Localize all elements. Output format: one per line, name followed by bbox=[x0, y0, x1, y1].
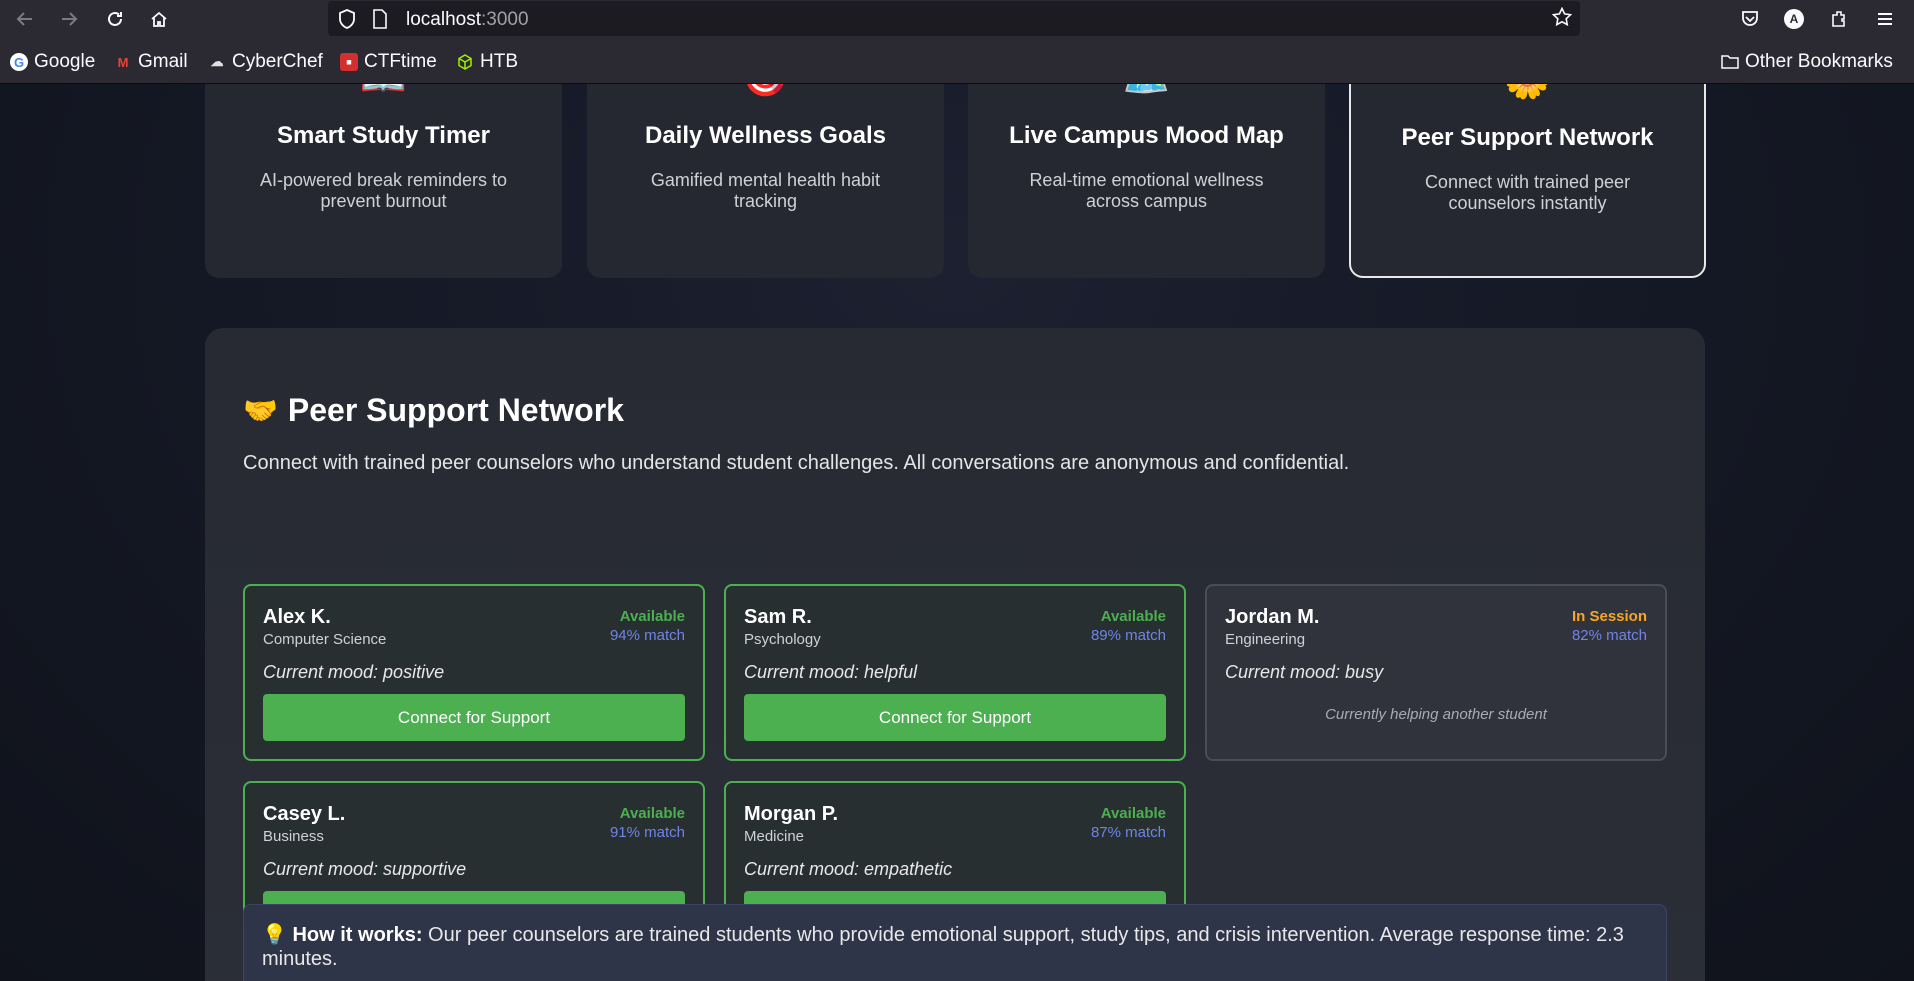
current-mood: Current mood: helpful bbox=[744, 662, 918, 682]
counselor-name: Jordan M. bbox=[1225, 606, 1320, 628]
page-content: 📖 Smart Study Timer AI-powered break rem… bbox=[0, 84, 1914, 981]
section-description: Connect with trained peer counselors who… bbox=[243, 452, 1350, 474]
bookmark-label: CTFtime bbox=[364, 51, 437, 72]
bookmark-htb[interactable]: HTB bbox=[456, 51, 518, 73]
counselor-major: Business bbox=[263, 828, 324, 845]
match-percent: 91% match bbox=[609, 824, 685, 841]
feature-title: Smart Study Timer bbox=[277, 122, 490, 149]
home-icon[interactable] bbox=[144, 4, 174, 34]
target-icon: 🎯 bbox=[587, 84, 944, 98]
counselor-card: Alex K. Computer Science Available 94% m… bbox=[243, 584, 705, 761]
how-it-works-body: Our peer counselors are trained students… bbox=[262, 924, 1624, 970]
lightbulb-icon: 💡 bbox=[262, 924, 287, 946]
account-initial: A bbox=[1784, 9, 1804, 29]
feature-title: Peer Support Network bbox=[1401, 124, 1654, 151]
how-it-works-text: 💡 How it works: Our peer counselors are … bbox=[262, 923, 1652, 971]
how-it-works-label: How it works: bbox=[292, 924, 423, 946]
reload-icon[interactable] bbox=[100, 4, 130, 34]
feature-description: AI-powered break reminders to prevent bu… bbox=[259, 170, 508, 211]
url-port: :3000 bbox=[481, 9, 529, 30]
forward-arrow-icon[interactable] bbox=[54, 4, 84, 34]
browser-toolbar: localhost:3000 A bbox=[0, 0, 1914, 38]
status-badge: Available bbox=[619, 805, 685, 822]
feature-title: Live Campus Mood Map bbox=[1009, 122, 1284, 149]
feature-card-wellness-goals[interactable]: 🎯 Daily Wellness Goals Gamified mental h… bbox=[587, 84, 944, 278]
google-icon: G bbox=[10, 53, 28, 71]
section-title: 🤝 Peer Support Network bbox=[243, 392, 624, 429]
other-bookmarks-label: Other Bookmarks bbox=[1745, 51, 1893, 72]
map-icon: 🗺️ bbox=[968, 84, 1325, 98]
section-title-text: Peer Support Network bbox=[287, 392, 624, 428]
status-badge: Available bbox=[1100, 805, 1166, 822]
account-avatar[interactable]: A bbox=[1779, 4, 1809, 34]
current-mood: Current mood: busy bbox=[1225, 662, 1384, 682]
feature-title: Daily Wellness Goals bbox=[645, 122, 886, 149]
bookmark-star-icon[interactable] bbox=[1551, 6, 1573, 33]
feature-card-peer-support[interactable]: 🌼 Peer Support Network Connect with trai… bbox=[1349, 84, 1706, 278]
connect-button[interactable]: Connect for Support bbox=[263, 694, 685, 741]
counselor-major: Medicine bbox=[744, 828, 805, 845]
how-it-works-box: 💡 How it works: Our peer counselors are … bbox=[243, 904, 1667, 981]
book-icon: 📖 bbox=[205, 84, 562, 98]
status-badge: Available bbox=[619, 608, 685, 625]
tracking-shield-icon[interactable] bbox=[338, 9, 356, 34]
bookmark-label: Google bbox=[34, 51, 96, 72]
counselor-major: Engineering bbox=[1225, 631, 1306, 648]
url-host: localhost bbox=[406, 9, 481, 30]
folder-icon bbox=[1721, 53, 1739, 71]
bookmark-gmail[interactable]: M Gmail bbox=[114, 51, 188, 73]
bookmark-cyberchef[interactable]: ☁ CyberChef bbox=[208, 51, 323, 73]
htb-cube-icon bbox=[456, 53, 474, 71]
bookmark-google[interactable]: G Google bbox=[10, 51, 95, 73]
page-info-icon[interactable] bbox=[372, 9, 388, 34]
counselor-major: Psychology bbox=[744, 631, 821, 648]
busy-note: Currently helping another student bbox=[1325, 706, 1547, 723]
counselor-name: Alex K. bbox=[263, 606, 331, 628]
current-mood: Current mood: empathetic bbox=[744, 859, 953, 879]
feature-description: Real-time emotional wellness across camp… bbox=[1029, 170, 1264, 211]
match-percent: 82% match bbox=[1571, 627, 1647, 644]
match-percent: 89% match bbox=[1090, 627, 1166, 644]
handshake-icon: 🤝 bbox=[243, 395, 278, 426]
extensions-icon[interactable] bbox=[1824, 4, 1854, 34]
connect-button[interactable]: Connect for Support bbox=[744, 694, 1166, 741]
ctftime-icon: ■ bbox=[340, 53, 358, 71]
counselor-name: Morgan P. bbox=[744, 803, 839, 825]
bookmark-label: Gmail bbox=[138, 51, 188, 72]
other-bookmarks[interactable]: Other Bookmarks bbox=[1721, 51, 1893, 73]
gmail-icon: M bbox=[117, 54, 129, 70]
current-mood: Current mood: positive bbox=[263, 662, 445, 682]
current-mood: Current mood: supportive bbox=[263, 859, 467, 879]
feature-card-mood-map[interactable]: 🗺️ Live Campus Mood Map Real-time emotio… bbox=[968, 84, 1325, 278]
match-percent: 94% match bbox=[609, 627, 685, 644]
peer-support-section: 🤝 Peer Support Network Connect with trai… bbox=[205, 328, 1705, 981]
counselor-card-busy: Jordan M. Engineering In Session 82% mat… bbox=[1205, 584, 1667, 761]
flower-icon: 🌼 bbox=[1351, 84, 1704, 100]
pocket-icon[interactable] bbox=[1735, 4, 1765, 34]
status-badge: Available bbox=[1100, 608, 1166, 625]
counselor-major: Computer Science bbox=[263, 631, 387, 648]
back-arrow-icon[interactable] bbox=[10, 4, 40, 34]
feature-description: Gamified mental health habit tracking bbox=[650, 170, 881, 211]
bookmarks-bar: G Google M Gmail ☁ CyberChef ■ CTFtime H… bbox=[0, 38, 1914, 84]
counselor-name: Casey L. bbox=[263, 803, 346, 825]
counselor-name: Sam R. bbox=[744, 606, 812, 628]
bookmark-ctftime[interactable]: ■ CTFtime bbox=[340, 51, 437, 73]
feature-card-study-timer[interactable]: 📖 Smart Study Timer AI-powered break rem… bbox=[205, 84, 562, 278]
menu-hamburger-icon[interactable] bbox=[1870, 4, 1900, 34]
bookmark-label: CyberChef bbox=[232, 51, 323, 72]
feature-description: Connect with trained peer counselors ins… bbox=[1424, 172, 1631, 213]
bookmark-label: HTB bbox=[480, 51, 518, 72]
match-percent: 87% match bbox=[1090, 824, 1166, 841]
url-text[interactable]: localhost:3000 bbox=[406, 9, 529, 31]
counselor-card: Sam R. Psychology Available 89% match Cu… bbox=[724, 584, 1186, 761]
status-badge: In Session bbox=[1571, 608, 1647, 625]
url-bar[interactable]: localhost:3000 bbox=[328, 1, 1580, 36]
chef-hat-icon: ☁ bbox=[210, 54, 224, 69]
